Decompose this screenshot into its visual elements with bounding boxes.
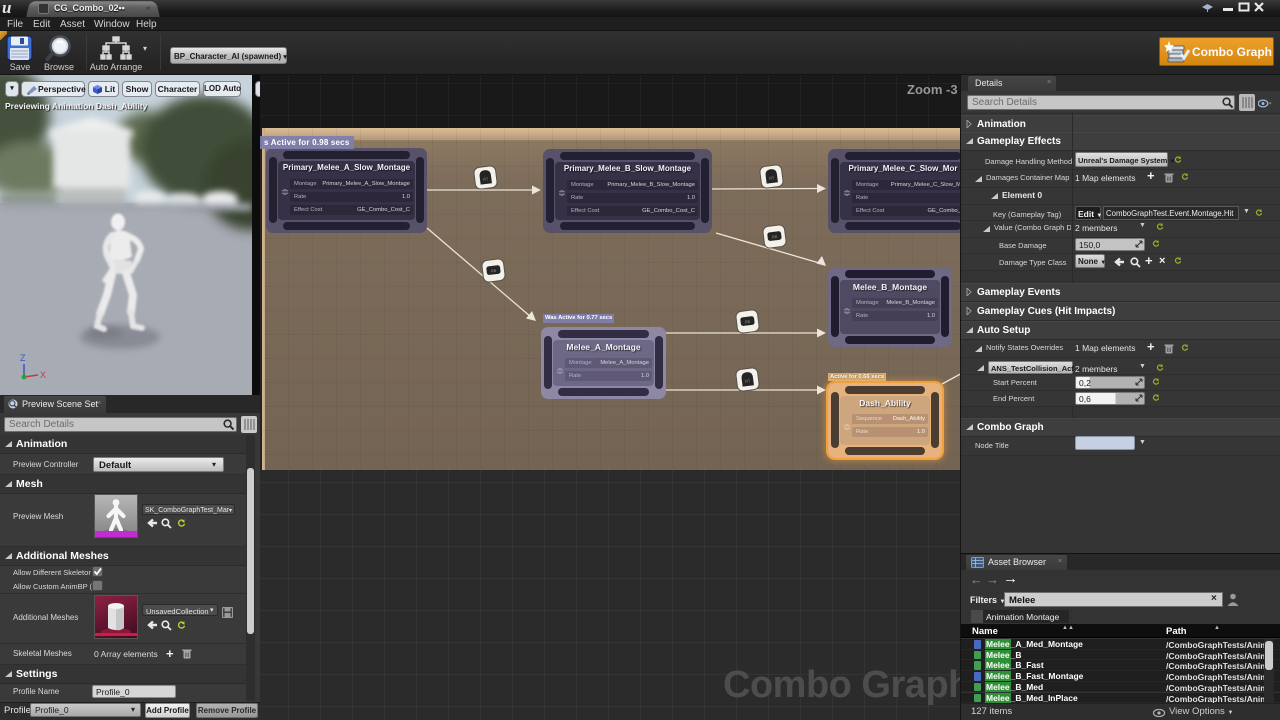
svg-text:Z: Z: [20, 353, 26, 363]
svg-text:RB: RB: [490, 268, 496, 274]
svg-text:RT: RT: [769, 175, 775, 181]
svg-text:X: X: [40, 370, 46, 380]
svg-text:RT: RT: [745, 378, 751, 384]
svg-text:RT: RT: [483, 176, 489, 182]
svg-text:RB: RB: [771, 234, 777, 240]
svg-text:RB: RB: [744, 319, 750, 325]
